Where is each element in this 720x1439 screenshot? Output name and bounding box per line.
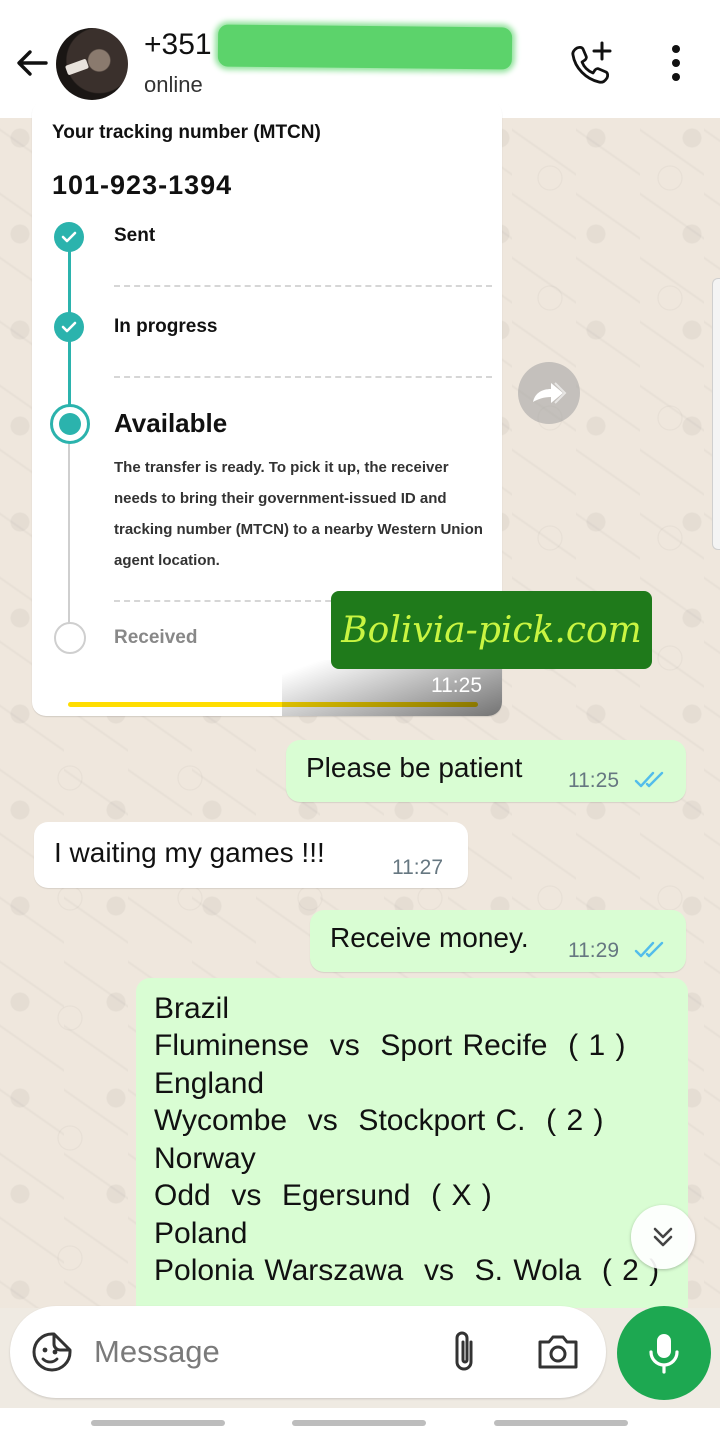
picks-line: Wycombe vs Stockport C. ( 2 ) (154, 1104, 604, 1137)
nav-back[interactable] (494, 1420, 628, 1426)
picks-line: Odd vs Egersund ( X ) (154, 1179, 492, 1212)
divider (114, 285, 492, 287)
message-time: 11:29 (568, 939, 619, 962)
watermark-text: Bolivia-pick.com (341, 609, 642, 651)
current-step-icon (50, 404, 90, 444)
message-bubble-outgoing[interactable]: Receive money. 11:29 (310, 910, 686, 972)
step-received: Received (114, 627, 198, 648)
more-vert-icon[interactable] (656, 38, 696, 88)
step-sent: Sent (114, 225, 156, 246)
timeline-line-pending (68, 440, 70, 630)
message-composer (10, 1306, 606, 1398)
picks-line: Fluminense vs Sport Recife ( 1 ) (154, 1029, 626, 1062)
tracking-label: Your tracking number (MTCN) (52, 122, 321, 143)
message-input[interactable] (94, 1328, 424, 1376)
add-call-icon[interactable] (566, 38, 616, 88)
message-text: Receive money. (330, 922, 529, 953)
camera-icon[interactable] (534, 1330, 582, 1374)
check-icon (54, 312, 84, 342)
read-ticks-icon (634, 941, 664, 958)
message-text: I waiting my games !!! (54, 837, 325, 868)
forward-icon[interactable] (518, 362, 580, 424)
message-time: 11:27 (392, 856, 443, 879)
message-time: 11:25 (431, 674, 482, 697)
scroll-down-icon[interactable] (631, 1205, 695, 1269)
picks-line: Poland (154, 1217, 248, 1250)
contact-name[interactable]: +351 (144, 28, 212, 62)
message-time: 11:25 (568, 769, 619, 792)
picks-line: Norway (154, 1142, 256, 1175)
sticker-icon[interactable] (30, 1330, 74, 1374)
picks-message[interactable]: Brazil Fluminense vs Sport Recife ( 1 ) … (136, 978, 688, 1308)
contact-status: online (144, 72, 203, 97)
redaction-mark (217, 24, 513, 70)
available-description: The transfer is ready. To pick it up, th… (114, 459, 483, 569)
system-nav-bar (0, 1408, 720, 1439)
divider (114, 376, 492, 378)
picks-line: Brazil (154, 992, 230, 1025)
attach-icon[interactable] (446, 1328, 484, 1376)
side-panel-handle[interactable] (712, 278, 720, 550)
back-arrow-icon[interactable] (10, 40, 56, 86)
message-text: Please be patient (306, 752, 523, 783)
nav-home[interactable] (292, 1420, 426, 1426)
step-in-progress: In progress (114, 316, 218, 337)
avatar[interactable] (56, 28, 128, 100)
watermark-badge: Bolivia-pick.com (331, 591, 652, 669)
picks-line: England (154, 1067, 265, 1100)
picks-line: Polonia Warszawa vs S. Wola ( 2 ) (154, 1254, 660, 1287)
pending-step-icon (54, 622, 86, 654)
step-available: Available (114, 408, 228, 438)
message-bubble-incoming[interactable]: I waiting my games !!! 11:27 (34, 822, 468, 888)
tracking-number: 101-923-1394 (52, 170, 233, 200)
read-ticks-icon (634, 771, 664, 788)
check-icon (54, 222, 84, 252)
nav-recent[interactable] (91, 1420, 225, 1426)
message-bubble-outgoing[interactable]: Please be patient 11:25 (286, 740, 686, 802)
mic-icon[interactable] (617, 1306, 711, 1400)
